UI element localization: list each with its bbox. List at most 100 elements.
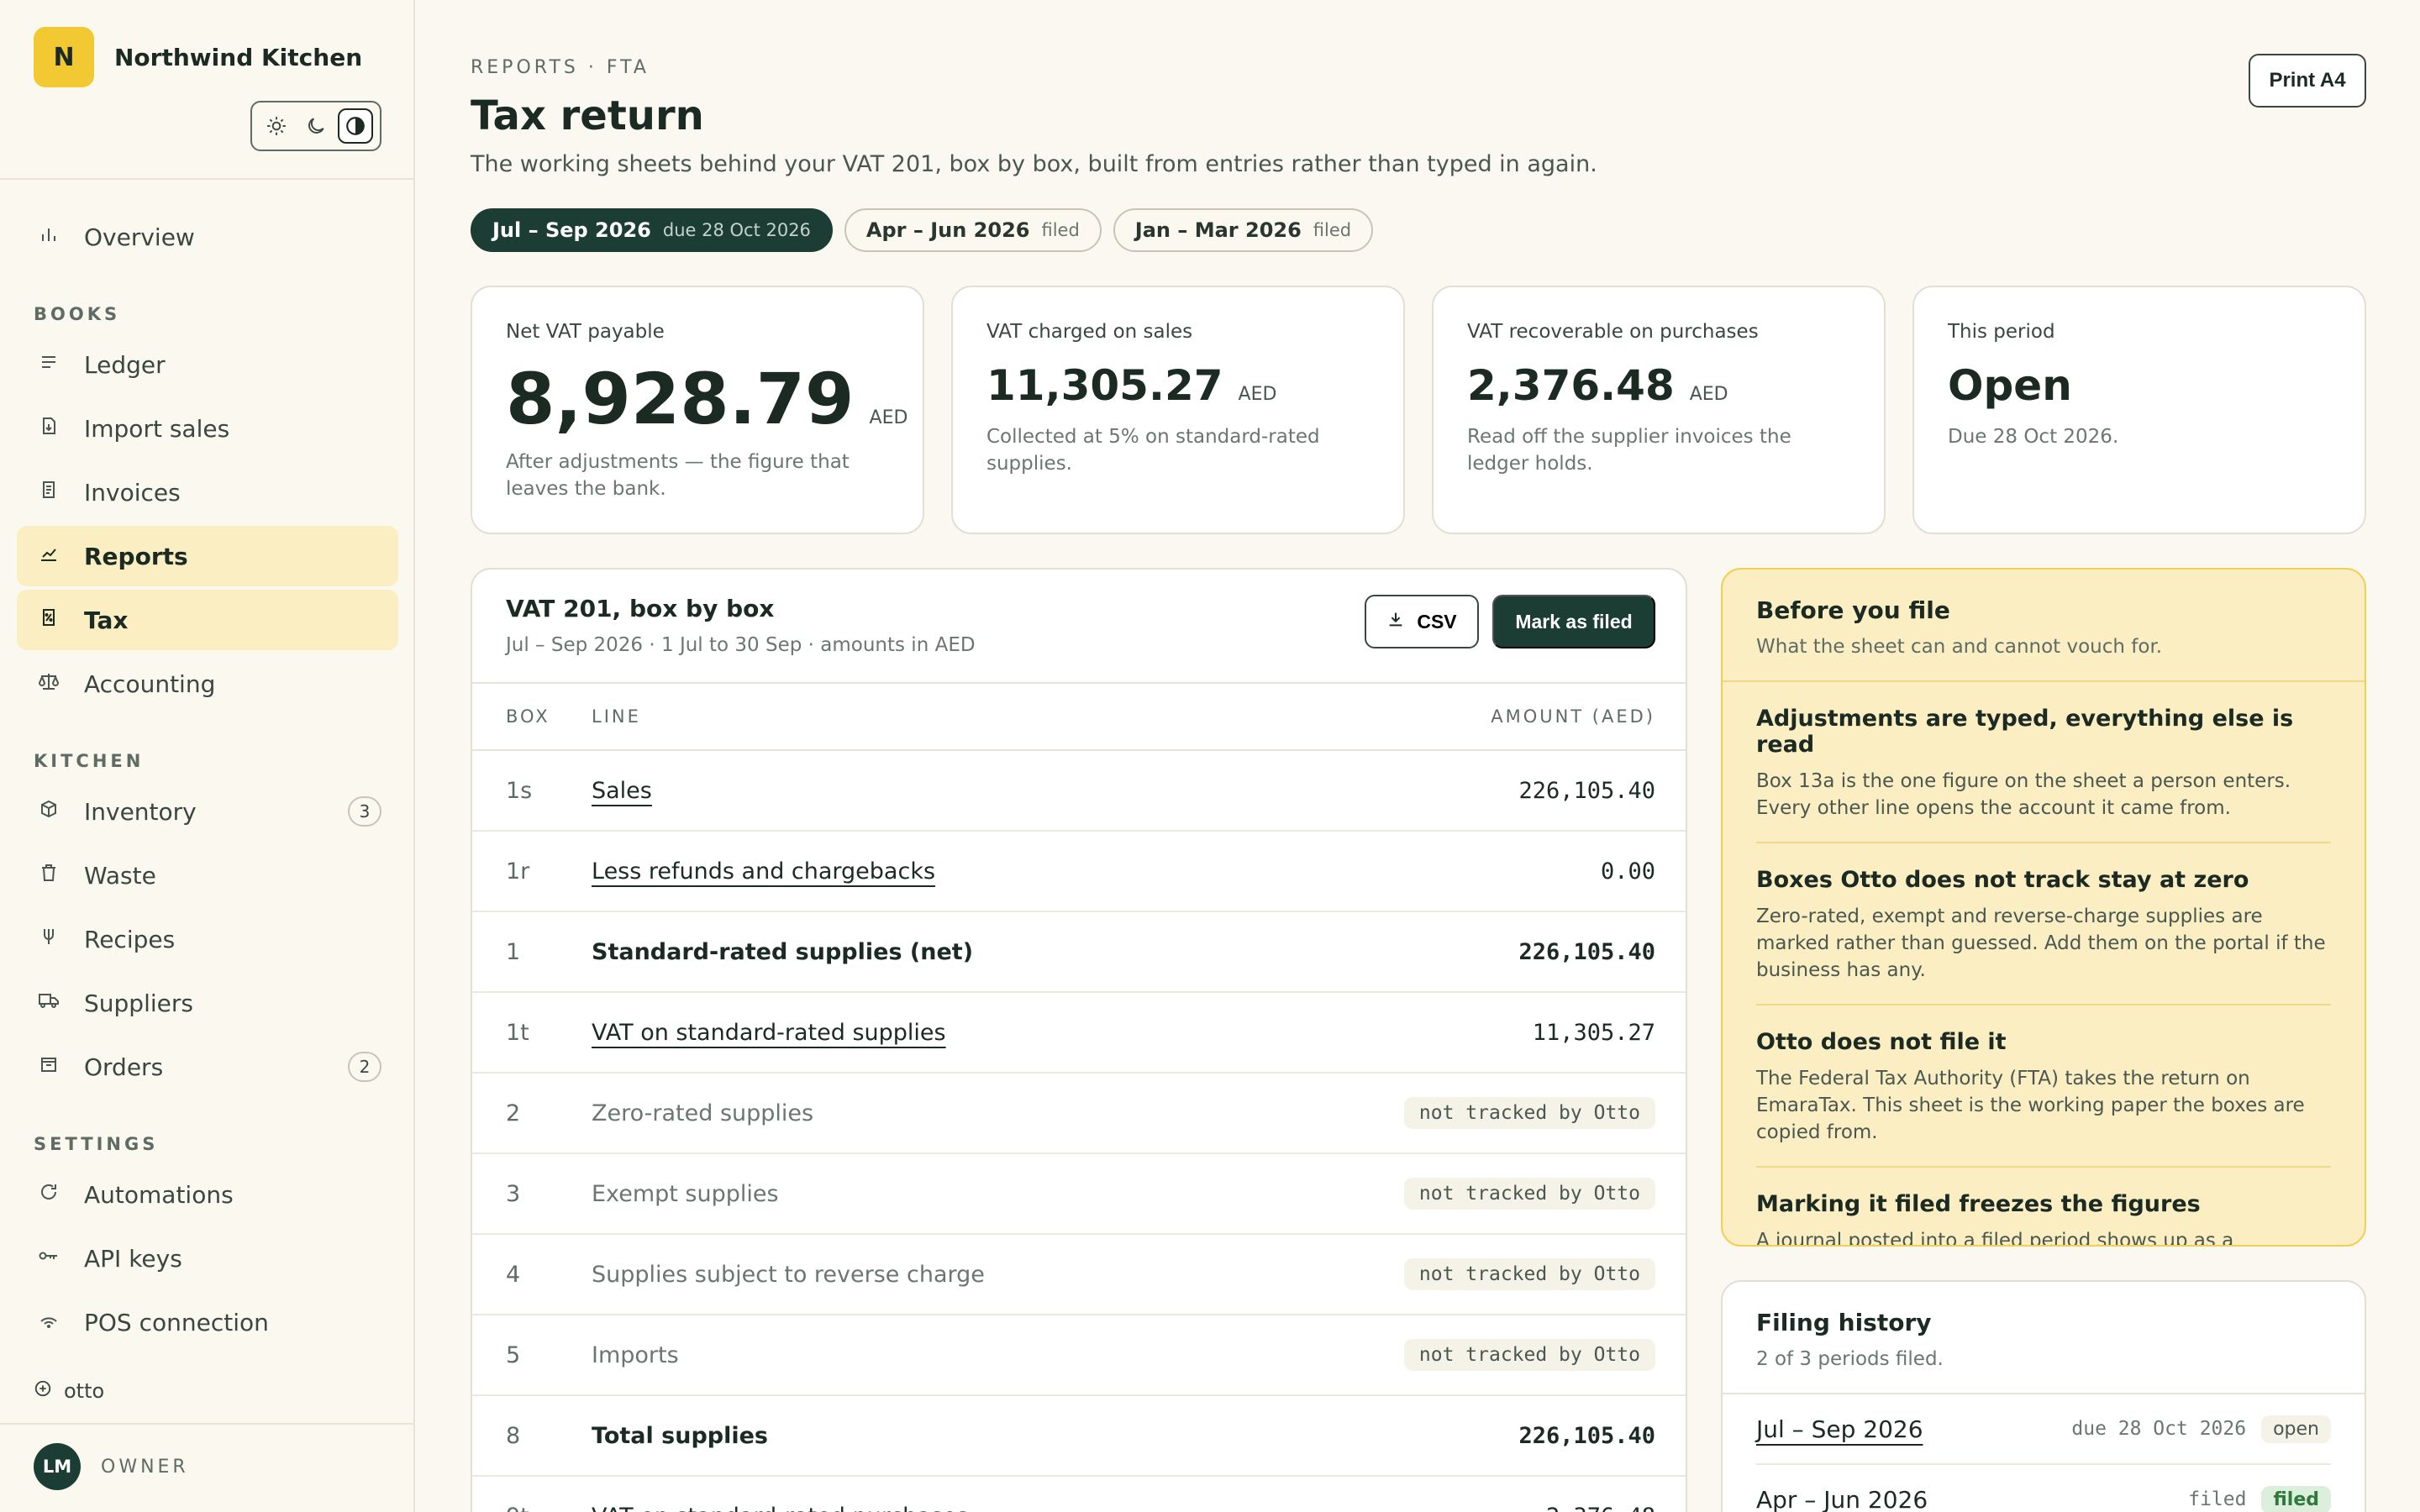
list-item: Boxes Otto does not track stay at zero Z… [1756, 843, 2331, 1005]
sun-icon[interactable] [259, 108, 294, 144]
user-role: OWNER [101, 1456, 189, 1478]
box-code: 1s [506, 777, 533, 804]
period-tabs: Jul – Sep 2026 due 28 Oct 2026 Apr – Jun… [471, 208, 1385, 252]
otto-logo-icon [34, 1379, 52, 1403]
line-link[interactable]: VAT on standard-rated purchases [592, 1504, 968, 1512]
before-card-subtitle: What the sheet can and cannot vouch for. [1756, 636, 2163, 658]
csv-download-button[interactable]: CSV [1365, 595, 1479, 648]
sidebar-item-reports[interactable]: Reports [17, 526, 398, 586]
sidebar-item-waste[interactable]: Waste [17, 845, 398, 906]
table-row[interactable]: 1t VAT on standard-rated supplies 11,305… [472, 993, 1686, 1074]
table-row[interactable]: 1r Less refunds and chargebacks 0.00 [472, 832, 1686, 912]
note-title: Marking it filed freezes the figures [1756, 1191, 2201, 1217]
nav-section-books: BOOKS [34, 304, 121, 324]
sidebar-item-overview[interactable]: Overview [17, 207, 398, 267]
refresh-icon [35, 1182, 62, 1207]
status-badge: open [2261, 1415, 2331, 1443]
sidebar-item-inventory[interactable]: Inventory 3 [17, 781, 398, 842]
amount: 2,376.48 [1353, 1504, 1686, 1512]
sidebar-item-label: Waste [84, 861, 156, 890]
sidebar-item-orders[interactable]: Orders 2 [17, 1037, 398, 1097]
vat-card-header: VAT 201, box by box Jul – Sep 2026 · 1 J… [506, 595, 976, 656]
filing-history-card: Filing history 2 of 3 periods filed. Jul… [1721, 1280, 2366, 1512]
sidebar-item-api-keys[interactable]: API keys [17, 1228, 398, 1289]
sidebar-item-suppliers[interactable]: Suppliers [17, 973, 398, 1033]
sidebar-item-label: Suppliers [84, 989, 193, 1017]
sidebar-item-invoices[interactable]: Invoices [17, 462, 398, 522]
sidebar-item-automations[interactable]: Automations [17, 1164, 398, 1225]
sidebar-item-label: Recipes [84, 925, 176, 953]
print-a4-button[interactable]: Print A4 [2249, 54, 2366, 108]
vat-card-subtitle: Jul – Sep 2026 · 1 Jul to 30 Sep · amoun… [506, 634, 976, 656]
table-row[interactable]: 9t VAT on standard-rated purchases 2,376… [472, 1477, 1686, 1512]
line-link[interactable]: Sales [592, 778, 652, 804]
line-link[interactable]: Less refunds and chargebacks [592, 858, 935, 885]
sidebar-item-pos-connection[interactable]: POS connection [17, 1292, 398, 1352]
sidebar-item-label: Accounting [84, 669, 216, 698]
table-row: 4 Supplies subject to reverse charge not… [472, 1235, 1686, 1315]
history-card-title: Filing history [1756, 1309, 1932, 1336]
before-card-title: Before you file [1756, 596, 1950, 624]
stat-label: This period [1948, 321, 2055, 343]
trash-icon [35, 863, 62, 888]
wifi-icon [35, 1310, 62, 1335]
history-meta-group: due 28 Oct 2026 open [2071, 1415, 2331, 1443]
sidebar-item-tax[interactable]: Tax [17, 590, 398, 650]
sidebar-item-ledger[interactable]: Ledger [17, 334, 398, 395]
note-body: The Federal Tax Authority (FTA) takes th… [1756, 1068, 2305, 1143]
stat-value-row: Open [1948, 361, 2331, 410]
table-row: 1 Standard-rated supplies (net) 226,105.… [472, 912, 1686, 993]
line-label: Exempt supplies [592, 1180, 779, 1207]
mark-as-filed-button[interactable]: Mark as filed [1492, 595, 1655, 648]
stat-label: VAT charged on sales [986, 321, 1193, 343]
box-code: 1 [506, 938, 521, 965]
product-name: otto [64, 1379, 105, 1403]
lines-icon [35, 352, 62, 377]
tab-period-jan-mar-2026[interactable]: Jan – Mar 2026 filed [1113, 208, 1374, 252]
period-label: Jan – Mar 2026 [1134, 218, 1302, 242]
stat-card-net-vat: Net VAT payable 8,928.79 AED After adjus… [471, 286, 924, 534]
breadcrumb: REPORTS · FTA [471, 57, 650, 78]
stat-value-row: 8,928.79 AED [506, 358, 908, 440]
list-item[interactable]: Jul – Sep 2026 due 28 Oct 2026 open [1756, 1394, 2331, 1465]
tab-period-apr-jun-2026[interactable]: Apr – Jun 2026 filed [844, 208, 1102, 252]
not-tracked-badge: not tracked by Otto [1403, 1097, 1655, 1129]
history-card-subtitle: 2 of 3 periods filed. [1756, 1348, 1944, 1370]
history-filed-note: filed [2188, 1488, 2247, 1510]
avatar: LM [34, 1443, 81, 1490]
scale-icon [35, 671, 62, 696]
stat-card-period-status: This period Open Due 28 Oct 2026. [1912, 286, 2366, 534]
list-item: Adjustments are typed, everything else i… [1756, 682, 2331, 843]
brand[interactable]: N Northwind Kitchen [34, 27, 362, 87]
contrast-icon[interactable] [337, 108, 373, 144]
sidebar-item-accounting[interactable]: Accounting [17, 654, 398, 714]
orders-count-badge: 2 [348, 1052, 381, 1082]
period-status: filed [1041, 220, 1080, 240]
sidebar-item-label: Tax [84, 606, 129, 634]
sidebar-item-recipes[interactable]: Recipes [17, 909, 398, 969]
list-item[interactable]: Apr – Jun 2026 filed filed [1756, 1465, 2331, 1512]
tab-period-jul-sep-2026[interactable]: Jul – Sep 2026 due 28 Oct 2026 [471, 208, 833, 252]
tax-doc-icon [35, 607, 62, 633]
history-period-link[interactable]: Jul – Sep 2026 [1756, 1415, 1923, 1443]
table-row[interactable]: 1s Sales 226,105.40 [472, 751, 1686, 832]
table-row: 3 Exempt supplies not tracked by Otto [472, 1154, 1686, 1235]
stat-value: 8,928.79 [506, 358, 855, 440]
note-body: A journal posted into a filed period sho… [1756, 1230, 2234, 1247]
user-menu[interactable]: LM OWNER [34, 1443, 189, 1490]
sidebar-divider [0, 178, 415, 180]
list-item: Marking it filed freezes the figures A j… [1756, 1168, 2331, 1247]
moon-icon[interactable] [298, 108, 334, 144]
period-label: Jul – Sep 2026 [492, 218, 651, 242]
before-card-header: Before you file What the sheet can and c… [1723, 570, 2365, 682]
box-code: 1t [506, 1019, 529, 1046]
vat-card-title: VAT 201, box by box [506, 595, 775, 622]
sidebar-item-label: Overview [84, 223, 195, 251]
brand-logo: N [34, 27, 94, 87]
sidebar-item-import-sales[interactable]: Import sales [17, 398, 398, 459]
history-meta-group: filed filed [2188, 1485, 2331, 1512]
stat-unit: AED [1689, 384, 1728, 405]
column-header-amount: AMOUNT (AED) [1491, 706, 1655, 727]
amount: 226,105.40 [1518, 938, 1655, 965]
line-link[interactable]: VAT on standard-rated supplies [592, 1020, 946, 1046]
